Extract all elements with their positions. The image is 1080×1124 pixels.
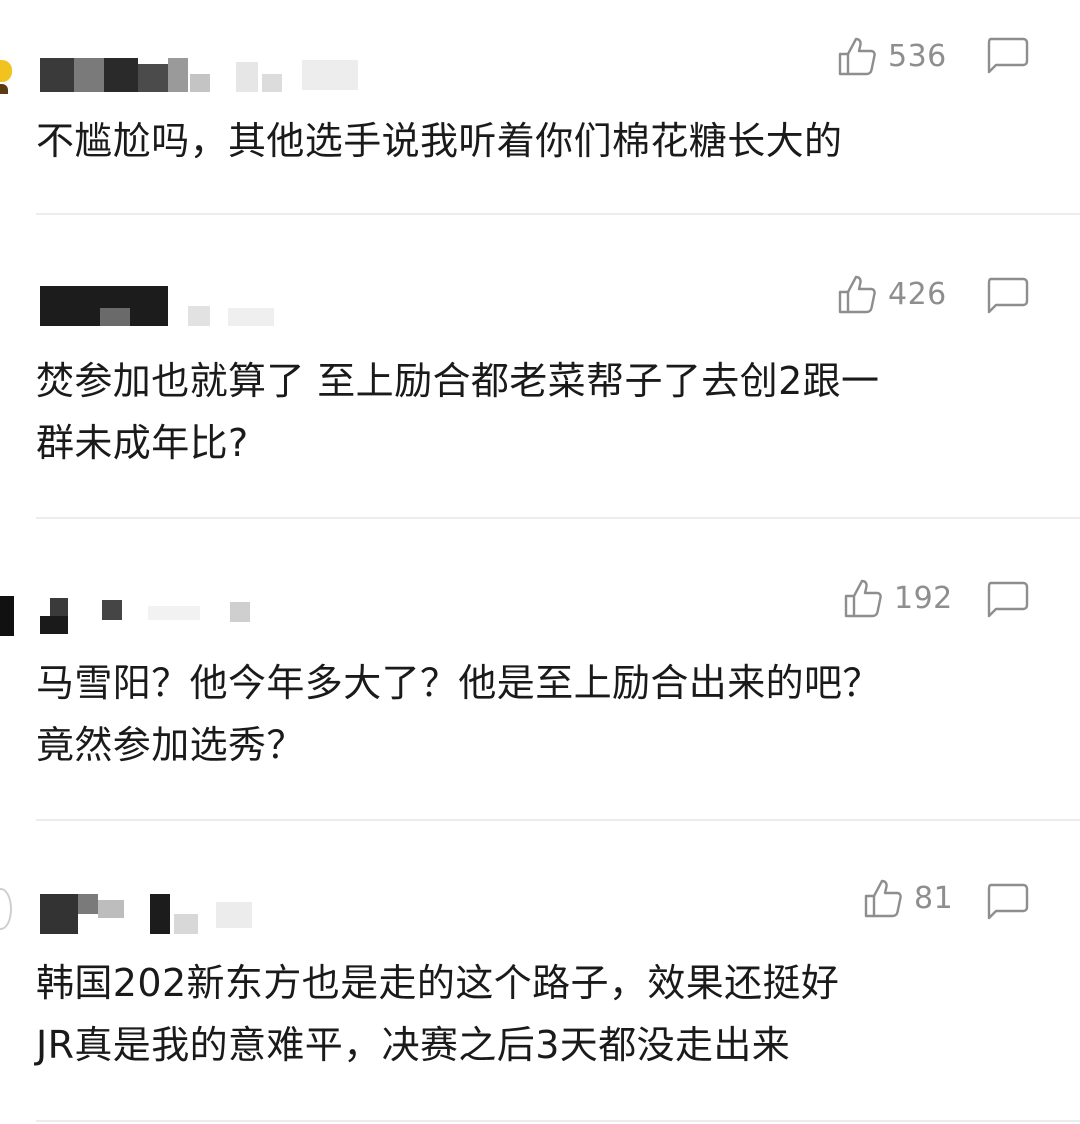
- comment-text: 不尴尬吗，其他选手说我听着你们棉花糖长大的: [36, 119, 843, 163]
- speech-bubble-icon: [987, 277, 1029, 314]
- reply-button[interactable]: [984, 580, 1030, 620]
- username-pixelated[interactable]: [40, 286, 280, 326]
- like-count: 192: [894, 580, 953, 616]
- thumbs-up-icon: [864, 879, 902, 918]
- like-button[interactable]: 192: [842, 576, 953, 620]
- like-button[interactable]: 426: [836, 272, 947, 316]
- avatar[interactable]: [0, 886, 14, 930]
- divider: [36, 819, 1080, 821]
- speech-bubble-icon: [987, 581, 1029, 618]
- speech-bubble-icon: [987, 37, 1029, 74]
- divider: [36, 213, 1080, 215]
- reply-button[interactable]: [984, 882, 1030, 922]
- like-count: 81: [914, 880, 954, 916]
- divider: [36, 1120, 1080, 1122]
- thumbs-up-icon: [838, 275, 876, 314]
- like-count: 536: [888, 38, 947, 74]
- thumbs-up-icon: [844, 579, 882, 618]
- divider: [36, 517, 1080, 519]
- like-button[interactable]: 536: [836, 34, 947, 78]
- speech-bubble-icon: [987, 883, 1029, 920]
- reply-button[interactable]: [984, 36, 1030, 76]
- avatar[interactable]: [0, 592, 14, 636]
- comment-text: 焚参加也就算了 至上励合都老菜帮子了去创2跟一 群未成年比?: [36, 359, 880, 465]
- username-pixelated[interactable]: [40, 596, 270, 636]
- like-count: 426: [888, 276, 947, 312]
- username-pixelated[interactable]: [40, 54, 370, 94]
- comment-text: 马雪阳？他今年多大了？他是至上励合出来的吧？ 竟然参加选秀？: [36, 661, 881, 767]
- comment-text: 韩国202新东方也是走的这个路子，效果还挺好 JR真是我的意难平，决赛之后3天都…: [36, 961, 840, 1067]
- avatar[interactable]: [0, 54, 14, 98]
- username-pixelated[interactable]: [40, 892, 290, 934]
- like-button[interactable]: 81: [862, 876, 953, 920]
- thumbs-up-icon: [838, 37, 876, 76]
- reply-button[interactable]: [984, 276, 1030, 316]
